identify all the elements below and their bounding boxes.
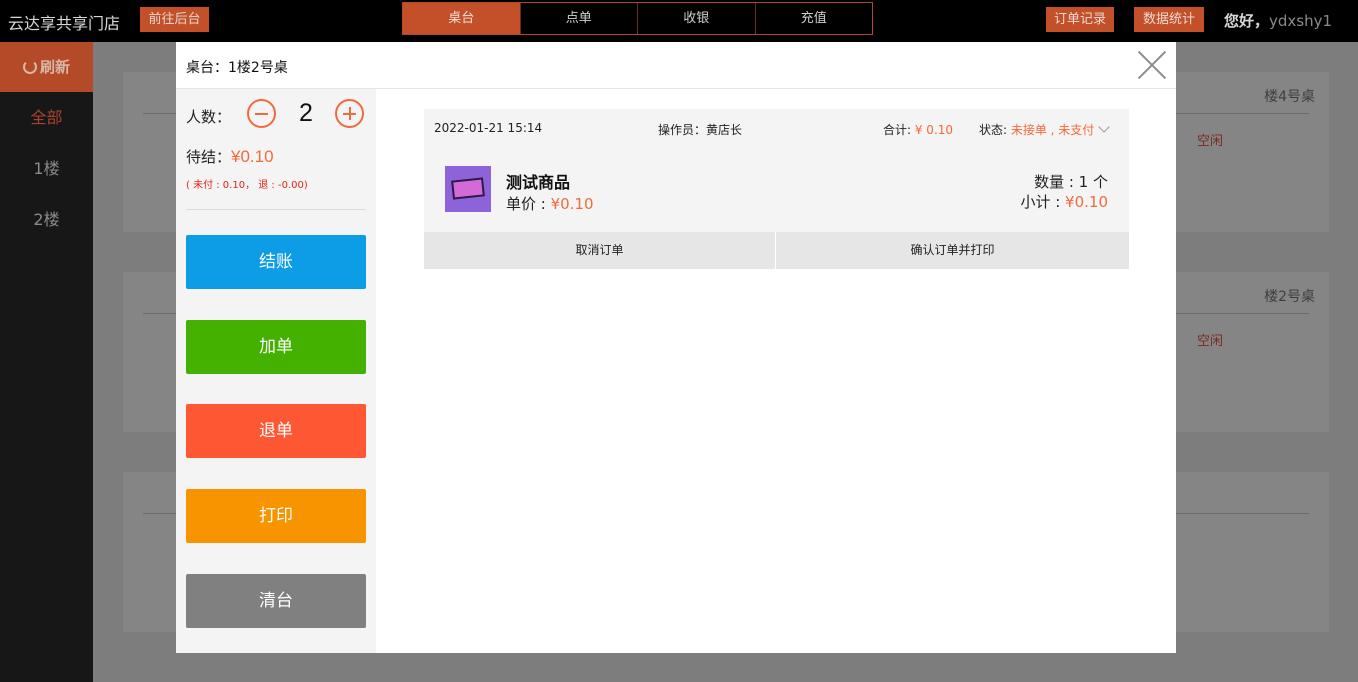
table-control-panel: 人数： 2 待结：¥0.10 ( 未付 : 0.10， 退 : -0.00) 结… — [176, 89, 376, 653]
main-nav: 桌台 点单 收银 充值 — [402, 2, 873, 35]
tab-cashier[interactable]: 收银 — [638, 3, 756, 34]
plus-icon[interactable] — [335, 99, 364, 128]
sidebar: 刷新 全部 1楼 2楼 — [0, 42, 93, 682]
greeting-text: 您好， — [1224, 12, 1270, 30]
operator-label: 操作员： — [658, 123, 707, 137]
top-bar: 云达享共享门店 前往后台 桌台 点单 收银 充值 订单记录 数据统计 您好，yd… — [0, 0, 1358, 42]
total-label: 合计: — [883, 123, 915, 137]
tab-tables[interactable]: 桌台 — [403, 3, 521, 34]
operator-name: 黄店长 — [706, 123, 743, 137]
modal-header: 桌台：1楼2号桌 — [176, 42, 1176, 89]
checkout-button[interactable]: 结账 — [186, 235, 366, 289]
pending-label: 待结： — [186, 148, 232, 166]
table-detail-modal: 桌台：1楼2号桌 人数： 2 待结：¥0.10 ( 未付 : 0.10， 退 :… — [176, 42, 1176, 653]
status-label: 状态: — [979, 123, 1011, 137]
modal-title: 桌台：1楼2号桌 — [186, 60, 288, 76]
cancel-order-button[interactable]: 取消订单 — [424, 232, 776, 269]
order-card: 2022-01-21 15:14 操作员：黄店长 合计: ¥ 0.10 状态: … — [424, 109, 1129, 269]
order-total: 合计: ¥ 0.10 — [883, 121, 953, 138]
sidebar-item-floor-1[interactable]: 1楼 — [0, 143, 93, 194]
order-time: 2022-01-21 15:14 — [434, 121, 543, 135]
table-card-status: 空闲 — [1196, 134, 1223, 149]
subtotal-value: ¥0.10 — [1065, 193, 1108, 211]
username[interactable]: ydxshy1 — [1269, 12, 1332, 30]
product-name: 测试商品 — [506, 173, 571, 192]
pending-detail: ( 未付 : 0.10， 退 : -0.00) — [186, 180, 308, 191]
order-records-button[interactable]: 订单记录 — [1046, 7, 1114, 32]
chevron-down-icon[interactable] — [1098, 121, 1110, 133]
sidebar-item-all[interactable]: 全部 — [0, 92, 93, 143]
product-image-graphic — [451, 177, 485, 200]
unit-price-value: ¥0.10 — [550, 195, 594, 213]
print-button[interactable]: 打印 — [186, 489, 366, 543]
goto-admin-button[interactable]: 前往后台 — [140, 7, 209, 32]
refresh-button[interactable]: 刷新 — [0, 42, 93, 92]
unit-price: 单价 : ¥0.10 — [506, 193, 594, 214]
clear-table-button[interactable]: 清台 — [186, 574, 366, 628]
pending-amount-row: 待结：¥0.10 — [186, 146, 274, 167]
refund-order-button[interactable]: 退单 — [186, 404, 366, 458]
tab-recharge[interactable]: 充值 — [756, 3, 873, 34]
order-actions: 取消订单 确认订单并打印 — [424, 232, 1129, 269]
product-image — [445, 166, 491, 212]
people-count: 2 — [299, 99, 313, 127]
refresh-icon — [22, 60, 37, 74]
people-stepper: 人数： 2 — [186, 97, 371, 131]
subtotal: 小计 : ¥0.10 — [1020, 191, 1108, 212]
refresh-label: 刷新 — [39, 58, 70, 76]
data-stats-button[interactable]: 数据统计 — [1134, 7, 1204, 32]
minus-icon[interactable] — [247, 99, 276, 128]
add-order-button[interactable]: 加单 — [186, 320, 366, 374]
table-card-title: 楼4号桌 — [1264, 89, 1315, 105]
table-card-title: 楼2号桌 — [1264, 289, 1315, 305]
order-operator: 操作员：黄店长 — [658, 121, 742, 138]
store-name: 云达享共享门店 — [8, 14, 121, 33]
unit-price-label: 单价 : — [506, 195, 551, 213]
table-card-status: 空闲 — [1196, 334, 1223, 349]
people-label: 人数： — [186, 108, 232, 126]
panel-divider — [186, 209, 366, 210]
tab-order[interactable]: 点单 — [521, 3, 638, 34]
order-status[interactable]: 状态: 未接单 , 未支付 — [979, 121, 1110, 138]
order-header[interactable]: 2022-01-21 15:14 操作员：黄店长 合计: ¥ 0.10 状态: … — [424, 109, 1129, 147]
quantity: 数量 : 1 个 — [1034, 173, 1108, 191]
pending-amount: ¥0.10 — [231, 147, 274, 166]
sidebar-item-floor-2[interactable]: 2楼 — [0, 194, 93, 245]
confirm-print-order-button[interactable]: 确认订单并打印 — [776, 232, 1129, 269]
user-greeting: 您好，ydxshy1 — [1224, 10, 1332, 31]
status-value: 未接单 , 未支付 — [1010, 123, 1095, 137]
total-amount: ¥ 0.10 — [914, 123, 954, 137]
close-icon[interactable] — [1137, 50, 1167, 80]
subtotal-label: 小计 : — [1020, 193, 1066, 211]
